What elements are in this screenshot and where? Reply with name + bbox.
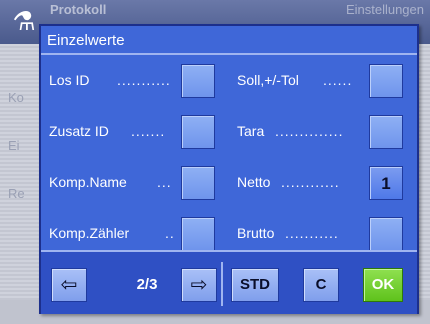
arrow-right-icon: ⇨ <box>190 274 208 296</box>
footer-divider <box>221 262 223 306</box>
field-dots: ....... <box>131 123 166 139</box>
field-dots: ........... <box>117 72 171 88</box>
field-dots: ...... <box>323 72 353 88</box>
background-title-right: Einstellungen <box>345 2 424 17</box>
single-values-dialog: Einzelwerte Los ID ........... Zusatz ID… <box>39 24 419 314</box>
background-side-item: Re <box>8 186 25 201</box>
checkbox-komp-zaehler[interactable] <box>181 217 215 251</box>
field-label-zusatz-id: Zusatz ID <box>49 123 109 139</box>
clear-button[interactable]: C <box>303 268 339 302</box>
previous-page-button[interactable]: ⇦ <box>51 268 87 302</box>
std-button[interactable]: STD <box>231 268 279 302</box>
field-label-soll-tol: Soll,+/-Tol <box>237 72 299 88</box>
checkbox-zusatz-id[interactable] <box>181 115 215 149</box>
background-side-item: Ei <box>8 138 20 153</box>
field-label-tara: Tara <box>237 123 265 139</box>
checkbox-netto[interactable]: 1 <box>369 166 403 200</box>
title-divider <box>41 53 417 55</box>
dialog-footer: ⇦ 2/3 ⇨ STD C OK <box>41 250 417 314</box>
checkbox-brutto[interactable] <box>369 217 403 251</box>
arrow-left-icon: ⇦ <box>60 274 78 296</box>
field-label-komp-zaehler: Komp.Zähler <box>49 225 130 241</box>
checkbox-komp-name[interactable] <box>181 166 215 200</box>
next-page-button[interactable]: ⇨ <box>181 268 217 302</box>
flask-icon: ⚗ <box>12 6 36 36</box>
field-label-netto: Netto <box>237 174 271 190</box>
field-label-los-id: Los ID <box>49 72 90 88</box>
page-indicator: 2/3 <box>136 276 158 293</box>
field-dots: ........... <box>285 225 339 241</box>
ok-button[interactable]: OK <box>363 268 403 302</box>
field-dots: ............ <box>281 174 340 190</box>
dialog-title: Einzelwerte <box>47 32 125 49</box>
checkbox-tara[interactable] <box>369 115 403 149</box>
field-label-brutto: Brutto <box>237 225 275 241</box>
background-title: Protokoll <box>50 2 107 17</box>
checkbox-los-id[interactable] <box>181 64 215 98</box>
checkbox-soll-tol[interactable] <box>369 64 403 98</box>
background-side-item: Ko <box>8 90 24 105</box>
field-dots: .............. <box>275 123 344 139</box>
field-dots: .. <box>165 225 175 241</box>
field-dots: ... <box>157 174 172 190</box>
field-label-komp-name: Komp.Name <box>49 174 127 190</box>
